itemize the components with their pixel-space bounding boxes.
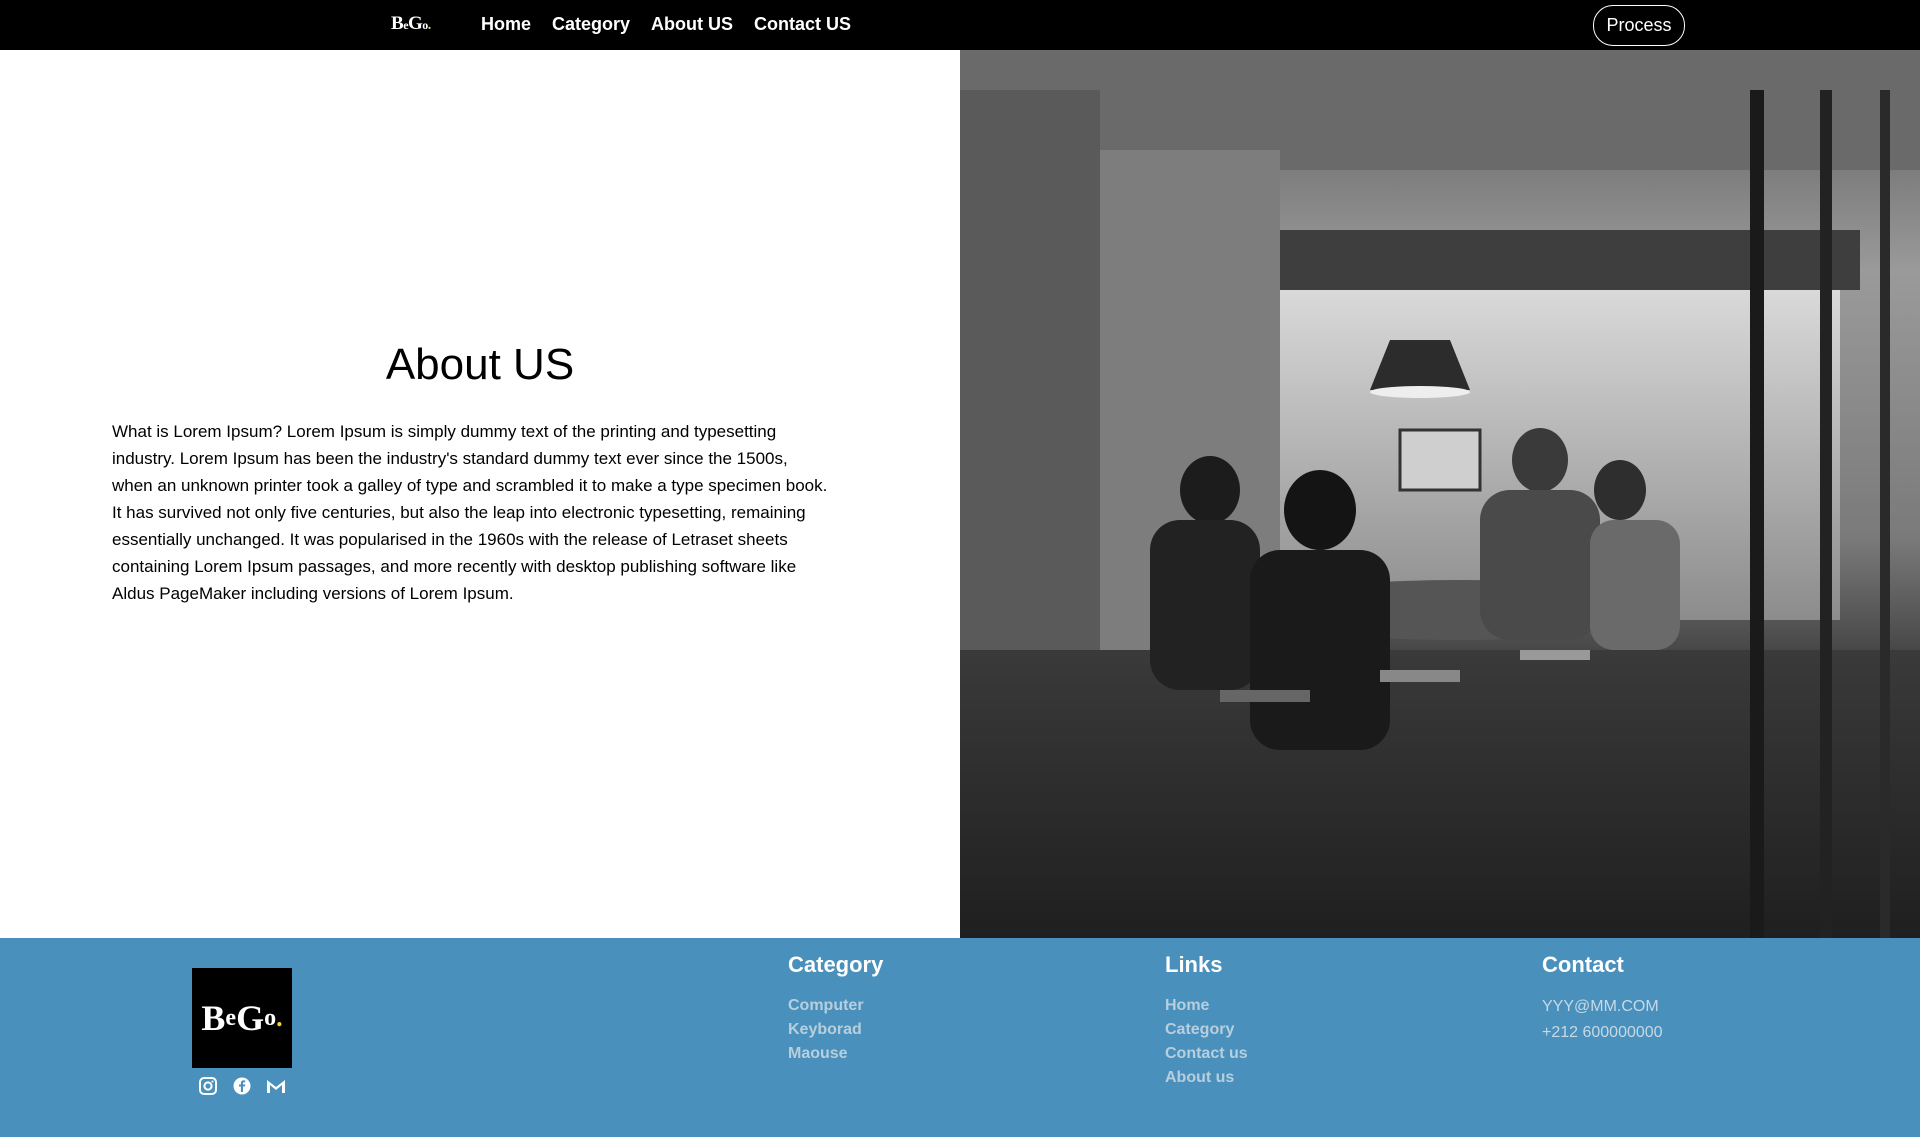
- logo-dot: .: [276, 1003, 283, 1032]
- footer-category-column: Category Computer Keyborad Maouse: [788, 952, 883, 1066]
- nav-link-contact[interactable]: Contact US: [754, 14, 851, 35]
- footer-category-item[interactable]: Computer: [788, 994, 883, 1018]
- contact-email: YYY@MM.COM: [1542, 998, 1659, 1015]
- footer-contact-column: Contact YYY@MM.COM +212 600000000: [1542, 952, 1663, 1046]
- footer-link-home[interactable]: Home: [1165, 994, 1248, 1018]
- nav-link-category[interactable]: Category: [552, 14, 630, 35]
- logo-letter: e: [225, 1004, 237, 1031]
- nav-link-home[interactable]: Home: [481, 14, 531, 35]
- contact-phone: +212 600000000: [1542, 1024, 1663, 1041]
- instagram-icon[interactable]: [198, 1076, 218, 1096]
- about-section: About US What is Lorem Ipsum? Lorem Ipsu…: [0, 50, 960, 938]
- main-nav: Home Category About US Contact US: [481, 14, 851, 35]
- footer-category-item[interactable]: Keyborad: [788, 1018, 883, 1042]
- process-button[interactable]: Process: [1593, 5, 1685, 46]
- footer-contact-title: Contact: [1542, 952, 1624, 977]
- footer-link-category[interactable]: Category: [1165, 1018, 1248, 1042]
- about-paragraph: What is Lorem Ipsum? Lorem Ipsum is simp…: [112, 422, 828, 603]
- logo-letter: o: [264, 1004, 277, 1031]
- logo-letter: G: [236, 998, 265, 1038]
- page-title: About US: [385, 340, 575, 389]
- logo-dot: .: [427, 18, 432, 33]
- facebook-icon[interactable]: [232, 1076, 252, 1096]
- site-footer: BeGo. Category Computer Keyborad Maouse …: [0, 938, 1920, 1137]
- logo-letter: B: [201, 998, 226, 1038]
- logo-letter: G: [408, 13, 423, 34]
- nav-link-about[interactable]: About US: [651, 14, 733, 35]
- gmail-icon[interactable]: [266, 1076, 286, 1096]
- footer-logo[interactable]: BeGo.: [192, 968, 292, 1068]
- footer-links-column: Links Home Category Contact us About us: [1165, 952, 1248, 1090]
- logo-letter: B: [391, 13, 404, 34]
- office-meeting-photo: [960, 50, 1920, 938]
- footer-link-about[interactable]: About us: [1165, 1066, 1248, 1090]
- top-navbar: BeGo. Home Category About US Contact US …: [0, 0, 1920, 50]
- footer-category-item[interactable]: Maouse: [788, 1042, 883, 1066]
- footer-links-title: Links: [1165, 952, 1223, 977]
- footer-link-contact[interactable]: Contact us: [1165, 1042, 1248, 1066]
- brand-logo[interactable]: BeGo.: [391, 13, 431, 35]
- social-links: [198, 1076, 286, 1096]
- footer-category-title: Category: [788, 952, 884, 977]
